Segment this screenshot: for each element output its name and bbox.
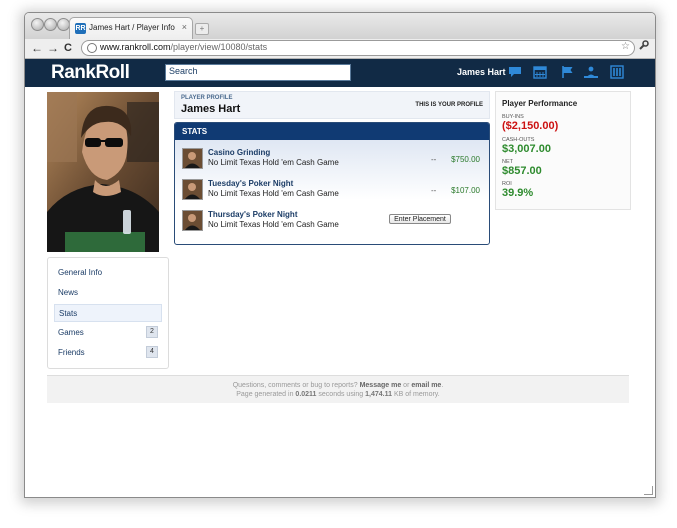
player-profile-header: PLAYER PROFILE James Hart THIS IS YOUR P… (174, 91, 490, 119)
game-thumbnail (182, 148, 203, 169)
site-header: RankRoll Search James Hart (25, 59, 655, 87)
game-thumbnail (182, 210, 203, 231)
email-me-link[interactable]: email me (411, 382, 441, 389)
profile-sidebar-nav: General Info News Stats Games 2 Friends … (47, 257, 169, 369)
game-thumbnail (182, 179, 203, 200)
sidebar-item-label: Games (58, 328, 84, 337)
chat-icon[interactable] (508, 65, 522, 79)
page-footer: Questions, comments or bug to reports? M… (47, 375, 629, 403)
game-amount: $107.00 (451, 186, 480, 195)
url-text: www.rankroll.com/player/view/10080/stats (100, 42, 268, 52)
game-placement: -- (431, 186, 437, 195)
reload-icon[interactable]: C (64, 40, 72, 56)
sidebar-item-general-info[interactable]: General Info (54, 264, 160, 280)
game-row: Tuesday's Poker Night No Limit Texas Hol… (175, 176, 489, 204)
window-resize-handle[interactable] (644, 486, 653, 495)
wrench-icon[interactable] (638, 40, 649, 54)
title-bar: RR James Hart / Player Info / Ra × + (25, 13, 655, 40)
game-row: Thursday's Poker Night No Limit Texas Ho… (175, 207, 489, 235)
calendar-icon[interactable] (533, 65, 547, 79)
performance-title: Player Performance (502, 99, 578, 108)
close-window-button[interactable] (31, 18, 44, 31)
game-type: No Limit Texas Hold 'em Cash Game (208, 189, 339, 198)
footer-contact-line: Questions, comments or bug to reports? M… (232, 382, 444, 389)
game-placement: -- (431, 155, 437, 164)
forward-icon[interactable]: → (47, 40, 59, 56)
own-profile-note: THIS IS YOUR PROFILE (415, 102, 483, 108)
people-icon[interactable] (584, 65, 598, 79)
footer-generation-line: Page generated in 0.0211 seconds using 1… (236, 391, 440, 398)
back-icon[interactable]: ← (31, 40, 43, 56)
game-amount: $750.00 (451, 155, 480, 164)
game-title-link[interactable]: Thursday's Poker Night (208, 210, 297, 219)
address-bar[interactable]: www.rankroll.com/player/view/10080/stats… (81, 40, 635, 56)
sidebar-item-label: News (58, 288, 79, 297)
rankroll-favicon-icon: RR (75, 23, 86, 34)
enter-placement-button[interactable]: Enter Placement (389, 214, 451, 224)
sidebar-item-stats[interactable]: Stats (54, 304, 162, 322)
browser-toolbar: ← → C www.rankroll.com/player/view/10080… (25, 39, 655, 59)
header-user-name[interactable]: James Hart (457, 67, 506, 77)
buyins-value: ($2,150.00) (502, 120, 559, 132)
game-type: No Limit Texas Hold 'em Cash Game (208, 158, 339, 167)
page-globe-icon (87, 43, 97, 53)
game-type: No Limit Texas Hold 'em Cash Game (208, 220, 339, 229)
player-name: James Hart (181, 103, 241, 115)
tab-close-icon[interactable]: × (182, 22, 187, 32)
cashouts-value: $3,007.00 (502, 143, 551, 155)
flag-icon[interactable] (560, 65, 574, 79)
game-row: Casino Grinding No Limit Texas Hold 'em … (175, 145, 489, 173)
game-title-link[interactable]: Casino Grinding (208, 148, 270, 157)
bookmark-star-icon[interactable]: ☆ (621, 41, 630, 52)
roi-value: 39.9% (502, 187, 534, 199)
search-input[interactable]: Search (165, 64, 351, 81)
browser-window: RR James Hart / Player Info / Ra × + ← →… (24, 12, 656, 498)
friends-count-badge: 4 (146, 346, 158, 358)
sidebar-item-label: Stats (59, 309, 78, 318)
game-title-link[interactable]: Tuesday's Poker Night (208, 179, 293, 188)
sidebar-item-friends[interactable]: Friends 4 (54, 344, 160, 360)
message-me-link[interactable]: Message me (360, 382, 402, 389)
sidebar-item-news[interactable]: News (54, 284, 160, 300)
stats-icon[interactable] (610, 65, 624, 79)
minimize-window-button[interactable] (44, 18, 57, 31)
sidebar-item-games[interactable]: Games 2 (54, 324, 160, 340)
profile-section-label: PLAYER PROFILE (181, 95, 233, 101)
sidebar-item-label: Friends (58, 348, 85, 357)
browser-tab[interactable]: RR James Hart / Player Info / Ra × (69, 17, 193, 40)
tab-title: James Hart / Player Info / Ra (89, 23, 177, 32)
rankroll-logo[interactable]: RankRoll (51, 62, 130, 84)
player-performance-panel: Player Performance BUY-INS ($2,150.00) C… (495, 91, 631, 210)
search-placeholder: Search (169, 66, 198, 76)
net-value: $857.00 (502, 165, 542, 177)
stats-panel: STATS Casino Grinding No Limit Texas Hol… (174, 122, 490, 245)
new-tab-button[interactable]: + (195, 23, 209, 35)
stats-title: STATS (182, 127, 208, 136)
player-photo (47, 92, 159, 252)
stats-panel-header: STATS (175, 123, 489, 140)
games-count-badge: 2 (146, 326, 158, 338)
sidebar-item-label: General Info (58, 268, 103, 277)
